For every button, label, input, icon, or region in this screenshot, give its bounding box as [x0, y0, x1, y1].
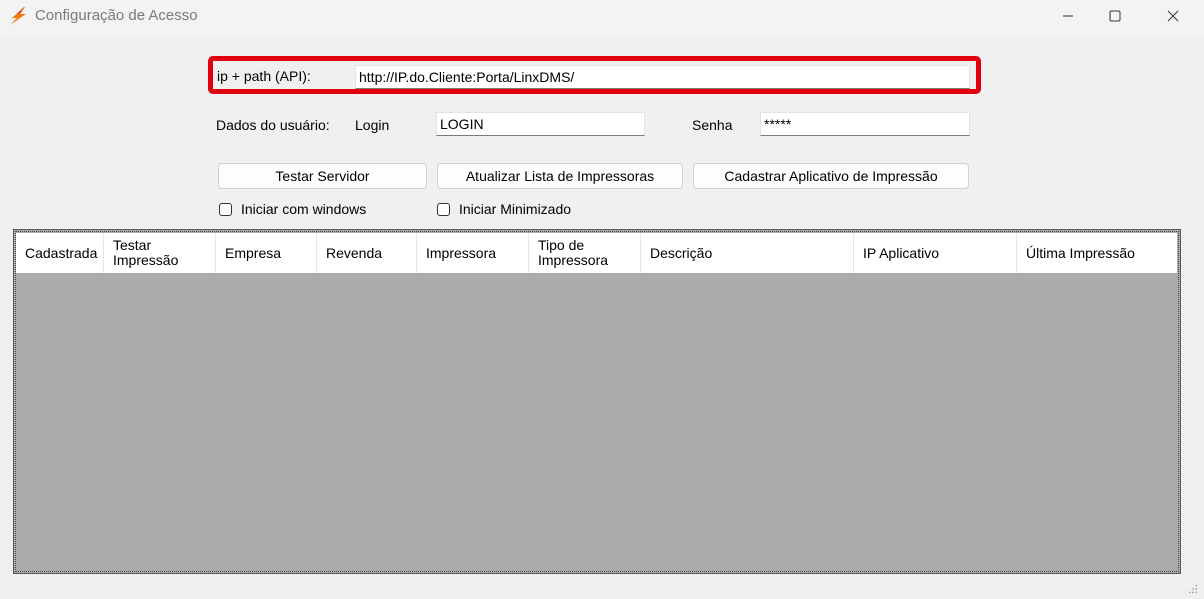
api-label: ip + path (API): — [217, 68, 311, 84]
login-label: Login — [355, 117, 390, 133]
checkbox-box[interactable] — [437, 202, 450, 216]
column-header-empresa[interactable]: Empresa — [216, 233, 317, 273]
register-app-button[interactable]: Cadastrar Aplicativo de Impressão — [693, 163, 969, 189]
resize-grip-icon[interactable] — [1188, 584, 1198, 594]
app-logo-icon — [10, 7, 26, 25]
column-header-testar-impressao[interactable]: Testar Impressão — [104, 233, 216, 273]
user-section-label: Dados do usuário: — [216, 117, 330, 133]
maximize-button[interactable] — [1092, 0, 1138, 32]
column-header-cadastrada[interactable]: Cadastrada — [16, 233, 104, 273]
login-input[interactable]: LOGIN — [436, 112, 645, 136]
start-minimized-checkbox[interactable]: Iniciar Minimizado — [437, 201, 571, 217]
column-header-impressora[interactable]: Impressora — [417, 233, 529, 273]
start-minimized-label: Iniciar Minimizado — [459, 201, 572, 217]
start-with-windows-checkbox[interactable]: Iniciar com windows — [219, 201, 366, 217]
grid-focus-border — [15, 231, 1179, 572]
close-icon — [1167, 10, 1179, 22]
close-button[interactable] — [1150, 0, 1196, 32]
checkbox-box[interactable] — [219, 202, 232, 216]
update-printers-button[interactable]: Atualizar Lista de Impressoras — [437, 163, 683, 189]
start-with-windows-label: Iniciar com windows — [241, 201, 367, 217]
api-url-input[interactable]: http://IP.do.Cliente:Porta/LinxDMS/ — [355, 65, 970, 89]
test-server-button[interactable]: Testar Servidor — [218, 163, 427, 189]
column-header-revenda[interactable]: Revenda — [317, 233, 417, 273]
printers-grid[interactable]: Cadastrada Testar Impressão Empresa Reve… — [13, 229, 1181, 574]
window-title: Configuração de Acesso — [35, 7, 198, 24]
minimize-button[interactable] — [1045, 0, 1091, 32]
column-header-ultima-impressao[interactable]: Última Impressão — [1017, 233, 1177, 273]
column-header-descricao[interactable]: Descrição — [641, 233, 854, 273]
minimize-icon — [1063, 15, 1073, 17]
column-header-ip-aplicativo[interactable]: IP Aplicativo — [854, 233, 1017, 273]
password-label: Senha — [692, 117, 733, 133]
password-input[interactable]: ***** — [760, 112, 970, 136]
column-header-tipo-de-impressora[interactable]: Tipo de Impressora — [529, 233, 641, 273]
grid-header: Cadastrada Testar Impressão Empresa Reve… — [16, 233, 1177, 273]
title-bar: Configuração de Acesso — [0, 0, 1204, 34]
maximize-icon — [1109, 10, 1121, 22]
